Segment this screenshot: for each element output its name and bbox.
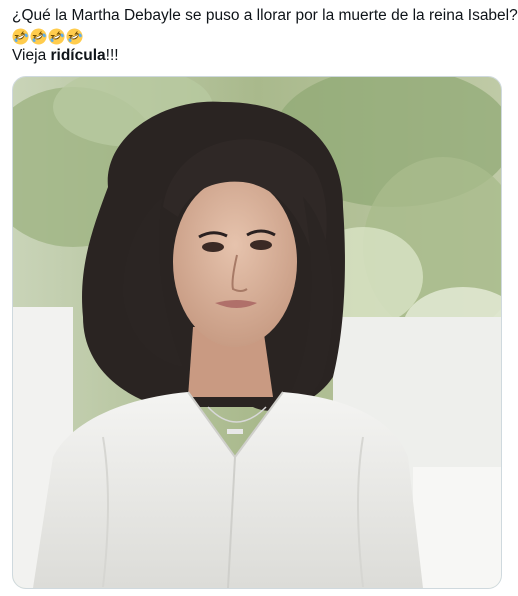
rolling-on-floor-laughing-icon [12,27,29,45]
tweet-line-3-bold: ridícula [50,47,106,64]
rolling-on-floor-laughing-icon [48,27,65,45]
rolling-on-floor-laughing-icon [30,27,47,45]
tweet-line-3-suffix: !!! [105,47,119,64]
tweet-media-photo[interactable] [12,76,502,589]
photo-woman-portrait [13,77,501,588]
tweet-line-3-prefix: Vieja [12,47,51,64]
tweet-line-3: Vieja ridícula!!! [12,46,512,66]
emoji-row [12,26,512,46]
rolling-on-floor-laughing-icon [66,27,83,45]
tweet-text: ¿Qué la Martha Debayle se puso a llorar … [12,6,518,66]
tweet-line-1: ¿Qué la Martha Debayle se puso a llorar … [12,7,518,24]
